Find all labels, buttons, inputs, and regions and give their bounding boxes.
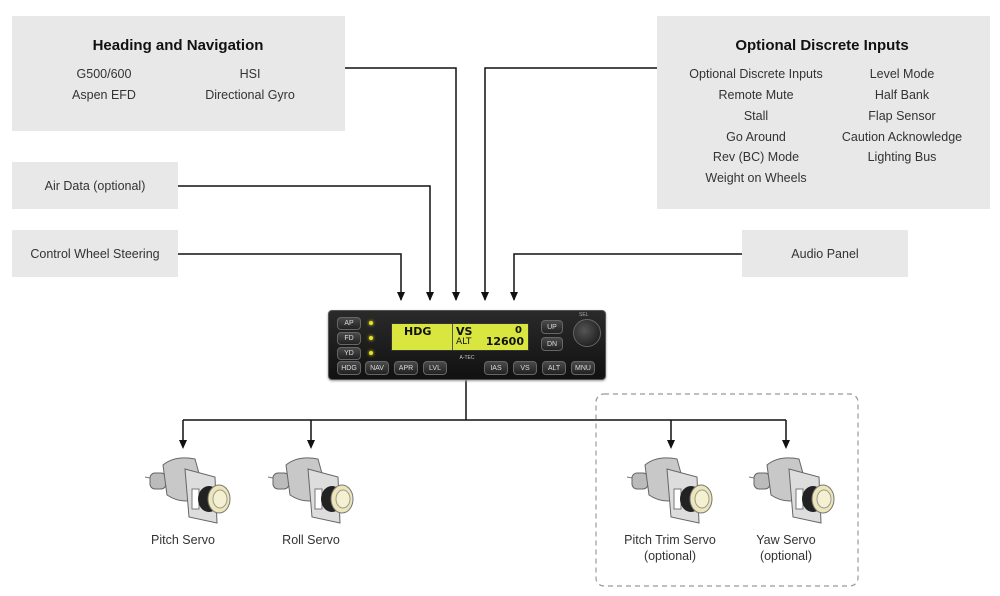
ias-button[interactable]: IAS <box>484 361 508 375</box>
knob-label: SEL <box>579 312 589 318</box>
pitch-servo-label: Pitch Servo <box>151 533 215 547</box>
optional-connector <box>484 67 657 300</box>
ap-led <box>369 321 373 325</box>
connector-lines <box>144 67 859 587</box>
nav-button[interactable]: NAV <box>365 361 389 375</box>
yaw-servo-label: Yaw Servo <box>756 533 816 547</box>
lvl-button[interactable]: LVL <box>423 361 447 375</box>
fd-led <box>369 336 373 340</box>
brand-label: A-TEC <box>459 355 475 361</box>
servo-drops <box>182 420 787 446</box>
lcd-mode: HDG <box>404 325 432 338</box>
ap-button[interactable]: AP <box>337 317 361 330</box>
lcd-alt-label: ALT <box>456 337 472 347</box>
vs-button[interactable]: VS <box>513 361 537 375</box>
servo-icon <box>626 457 713 524</box>
lcd-display: HDG VS 0 ALT 12600 <box>391 323 529 351</box>
yaw-optional-note: (optional) <box>759 549 813 563</box>
apr-button[interactable]: APR <box>394 361 418 375</box>
autopilot-unit: AP FD YD HDG VS 0 ALT 12600 UP DN SEL A-… <box>328 310 606 380</box>
audio-connector <box>513 253 742 300</box>
air-data-connector <box>178 185 431 300</box>
yd-led <box>369 351 373 355</box>
servo-bus <box>183 380 786 421</box>
cws-connector <box>178 253 402 300</box>
autopilot-wiring-diagram: Heading and Navigation G500/600 Aspen EF… <box>0 0 1000 596</box>
roll-servo-label: Roll Servo <box>282 533 340 547</box>
up-button[interactable]: UP <box>541 320 563 334</box>
pitch-trim-servo-label: Pitch Trim Servo <box>624 533 716 547</box>
servo-icon <box>748 457 835 524</box>
mnu-button[interactable]: MNU <box>571 361 595 375</box>
lcd-alt-value: 12600 <box>485 335 524 348</box>
yd-button[interactable]: YD <box>337 347 361 360</box>
alt-button[interactable]: ALT <box>542 361 566 375</box>
servo-icon <box>144 457 231 524</box>
sel-knob[interactable] <box>573 319 601 347</box>
dn-button[interactable]: DN <box>541 337 563 351</box>
hdg-button[interactable]: HDG <box>337 361 361 375</box>
servo-icon <box>267 457 354 524</box>
pitch-trim-optional-note: (optional) <box>643 549 697 563</box>
fd-button[interactable]: FD <box>337 332 361 345</box>
